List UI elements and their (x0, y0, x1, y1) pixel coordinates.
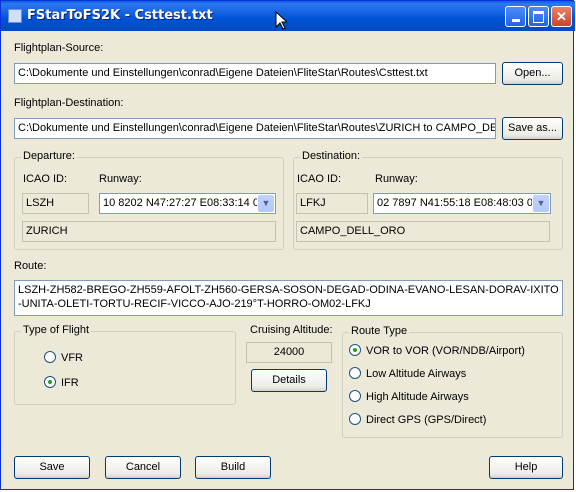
minimize-icon (511, 19, 520, 22)
title-bar[interactable]: FStarToFS2K - Csttest.txt ✕ (1, 1, 575, 31)
save-button[interactable]: Save (14, 456, 90, 479)
destination-group-title: Destination: (300, 150, 363, 162)
cruise-altitude-field[interactable]: 24000 (246, 342, 332, 363)
open-button[interactable]: Open... (502, 62, 563, 85)
destination-icao-label: ICAO ID: (297, 173, 342, 185)
departure-runway-label: Runway: (99, 173, 142, 185)
low-altitude-label[interactable]: Low Altitude Airways (366, 368, 466, 380)
help-button[interactable]: Help (489, 456, 563, 479)
build-button[interactable]: Build (195, 456, 271, 479)
maximize-icon (533, 11, 544, 23)
route-label: Route: (14, 260, 47, 272)
destination-runway-select[interactable]: 02 7897 N41:55:18 E08:48:03 0 ▼ (373, 193, 551, 214)
cruise-altitude-label: Cruising Altitude: (250, 324, 333, 336)
destination-icao-field[interactable]: LFKJ (296, 193, 368, 214)
departure-icao-field[interactable]: LSZH (22, 193, 89, 214)
vfr-radio-label[interactable]: VFR (61, 352, 83, 364)
vor-to-vor-label[interactable]: VOR to VOR (VOR/NDB/Airport) (366, 345, 525, 357)
destination-runway-value: 02 7897 N41:55:18 E08:48:03 0 (377, 197, 532, 209)
chevron-down-icon[interactable]: ▼ (533, 195, 549, 212)
ifr-radio[interactable] (44, 376, 56, 388)
destination-path-field[interactable]: C:\Dokumente und Einstellungen\conrad\Ei… (14, 118, 496, 139)
high-altitude-radio[interactable] (349, 390, 361, 402)
close-icon: ✕ (556, 9, 567, 24)
save-as-button[interactable]: Save as... (502, 117, 563, 140)
route-textarea[interactable]: LSZH-ZH582-BREGO-ZH559-AFOLT-ZH560-GERSA… (14, 280, 563, 316)
high-altitude-label[interactable]: High Altitude Airways (366, 391, 469, 403)
direct-gps-label[interactable]: Direct GPS (GPS/Direct) (366, 414, 486, 426)
ifr-radio-label[interactable]: IFR (61, 377, 79, 389)
main-window: FStarToFS2K - Csttest.txt ✕ Flightplan-S… (0, 0, 575, 490)
window-title: FStarToFS2K - Csttest.txt (27, 8, 213, 23)
minimize-button[interactable] (505, 6, 526, 27)
cancel-button[interactable]: Cancel (105, 456, 181, 479)
flight-type-group: Type of Flight (14, 324, 236, 405)
destination-file-label: Flightplan-Destination: (14, 97, 124, 109)
details-button[interactable]: Details (251, 369, 327, 392)
destination-runway-label: Runway: (375, 173, 418, 185)
close-button[interactable]: ✕ (551, 6, 572, 27)
chevron-down-icon[interactable]: ▼ (258, 195, 274, 212)
destination-name-field[interactable]: CAMPO_DELL_ORO (296, 221, 550, 242)
source-label: Flightplan-Source: (14, 42, 104, 54)
departure-runway-select[interactable]: 10 8202 N47:27:27 E08:33:14 0 ▼ (99, 193, 276, 214)
direct-gps-radio[interactable] (349, 413, 361, 425)
mouse-cursor-icon (275, 11, 287, 30)
route-type-group-title: Route Type (349, 325, 410, 337)
flight-type-group-title: Type of Flight (21, 324, 92, 336)
source-path-field[interactable]: C:\Dokumente und Einstellungen\conrad\Ei… (14, 63, 496, 84)
departure-runway-value: 10 8202 N47:27:27 E08:33:14 0 (103, 197, 257, 209)
departure-icao-label: ICAO ID: (23, 173, 68, 185)
low-altitude-radio[interactable] (349, 367, 361, 379)
maximize-button[interactable] (528, 6, 549, 27)
departure-group-title: Departure: (21, 150, 77, 162)
vor-to-vor-radio[interactable] (349, 344, 361, 356)
app-icon (8, 9, 22, 23)
departure-name-field[interactable]: ZURICH (22, 221, 276, 242)
vfr-radio[interactable] (44, 351, 56, 363)
